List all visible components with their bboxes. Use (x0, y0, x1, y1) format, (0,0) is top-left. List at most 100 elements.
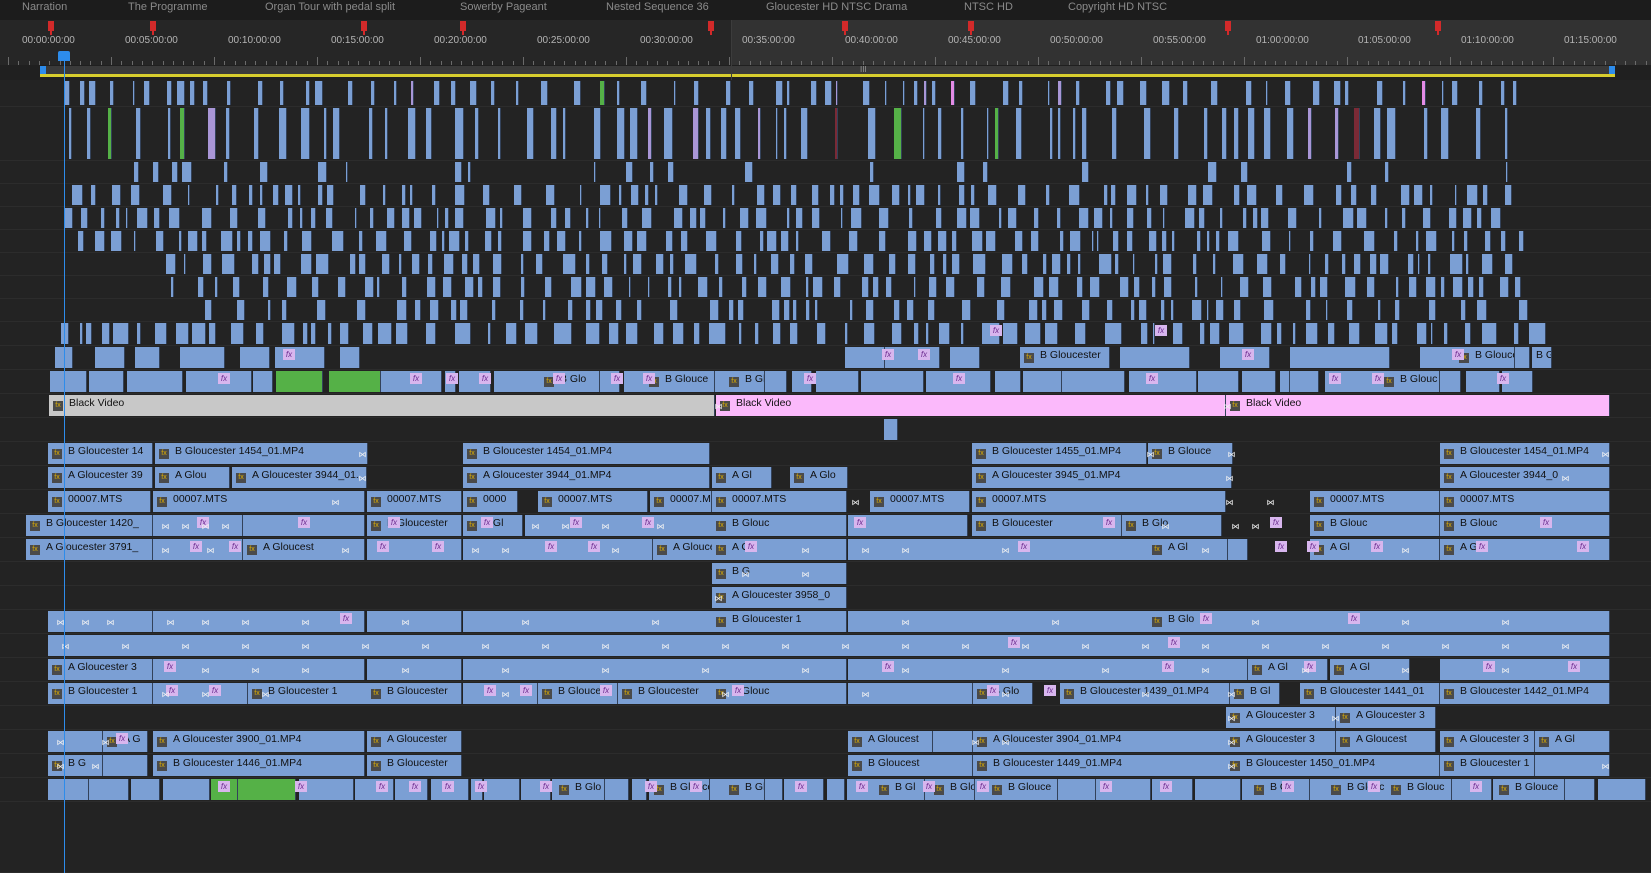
timeline-clip[interactable] (1247, 185, 1257, 205)
timeline-clip[interactable] (1082, 300, 1090, 320)
timeline-clip[interactable] (1514, 323, 1519, 344)
timeline-clip[interactable] (773, 185, 781, 205)
sequence-marker[interactable] (968, 21, 974, 35)
timeline-clip[interactable] (845, 347, 885, 368)
timeline-clip[interactable] (258, 208, 266, 228)
timeline-clip[interactable] (306, 81, 310, 105)
timeline-clip[interactable] (1200, 323, 1205, 344)
timeline-clip[interactable] (1210, 323, 1220, 344)
timeline-clip[interactable] (95, 231, 105, 251)
timeline-clip[interactable] (103, 755, 148, 776)
fx-badge-icon[interactable]: fx (745, 541, 757, 552)
timeline-clip[interactable] (995, 108, 999, 159)
timeline-clip[interactable] (1515, 277, 1521, 297)
timeline-clip[interactable] (498, 108, 501, 159)
timeline-clip[interactable] (387, 208, 395, 228)
timeline-clip[interactable] (1197, 231, 1201, 251)
timeline-clip[interactable] (166, 254, 176, 274)
video-track[interactable]: fx A Gloucester 39 fx A Glou fx A Gloucester … (0, 466, 1651, 490)
timeline-clip[interactable] (1347, 162, 1352, 182)
transition-icon[interactable]: ⋈ (610, 546, 621, 555)
timeline-clip[interactable] (198, 277, 204, 297)
timeline-clip[interactable] (367, 659, 462, 680)
timeline-clip[interactable]: fx A Gloucester 3 (1336, 707, 1436, 728)
timeline-clip[interactable] (868, 108, 876, 159)
timeline-clip[interactable] (1513, 81, 1517, 105)
timeline-clip[interactable] (282, 323, 295, 344)
timeline-clip[interactable] (163, 779, 210, 800)
timeline-clip[interactable] (811, 81, 817, 105)
timeline-clip[interactable] (586, 208, 589, 228)
fx-badge-icon[interactable]: fx (1146, 373, 1158, 384)
timeline-clip[interactable] (231, 323, 244, 344)
timeline-clip[interactable] (579, 231, 582, 251)
transition-icon[interactable]: ⋈ (900, 666, 911, 675)
timeline-clip[interactable] (1152, 779, 1193, 800)
timeline-clip[interactable] (1476, 108, 1481, 159)
transition-icon[interactable]: ⋈ (300, 666, 311, 675)
video-track[interactable]: fx A Gloucester 3958_0 ⋈ (0, 586, 1651, 610)
timeline-clip[interactable] (233, 277, 240, 297)
transition-icon[interactable]: ⋈ (200, 690, 211, 699)
fx-badge-icon[interactable]: fx (804, 373, 816, 384)
timeline-clip[interactable] (710, 300, 719, 320)
time-ruler[interactable]: 00:00:00:00 00:05:00:00 00:10:00:00 00:1… (0, 20, 1651, 65)
timeline-clip[interactable] (1330, 611, 1610, 632)
timeline-clip[interactable] (1057, 779, 1096, 800)
timeline-clip[interactable] (1430, 185, 1433, 205)
timeline-clip[interactable] (1468, 277, 1474, 297)
timeline-clip[interactable]: fx A Gloucester 3900_01.MP4 (153, 731, 365, 752)
timeline-clip[interactable] (426, 108, 432, 159)
transition-icon[interactable]: ⋈ (1140, 642, 1151, 651)
timeline-clip[interactable] (938, 231, 947, 251)
transition-icon[interactable]: ⋈ (420, 642, 431, 651)
timeline-clip[interactable] (1155, 254, 1158, 274)
fx-badge-icon[interactable]: fx (643, 373, 655, 384)
transition-icon[interactable]: ⋈ (1230, 522, 1241, 531)
timeline-clip[interactable] (679, 277, 682, 297)
timeline-clip[interactable] (485, 231, 492, 251)
timeline-clip[interactable] (609, 323, 619, 344)
timeline-clip[interactable] (1506, 162, 1508, 182)
timeline-clip[interactable] (397, 300, 407, 320)
timeline-clip[interactable] (1069, 185, 1080, 205)
timeline-clip[interactable] (706, 108, 711, 159)
timeline-clip[interactable] (806, 277, 809, 297)
timeline-clip[interactable] (172, 162, 178, 182)
timeline-clip[interactable] (574, 81, 581, 105)
timeline-clip[interactable] (812, 185, 819, 205)
timeline-clip[interactable] (1374, 108, 1381, 159)
timeline-clip[interactable] (455, 208, 464, 228)
transition-icon[interactable]: ⋈ (60, 642, 71, 651)
timeline-clip[interactable] (69, 108, 72, 159)
timeline-clip[interactable] (1453, 277, 1463, 297)
timeline-clip[interactable] (318, 162, 327, 182)
timeline-clip[interactable] (1465, 323, 1471, 344)
timeline-clip[interactable] (1113, 231, 1119, 251)
transition-icon[interactable]: ⋈ (1500, 618, 1511, 627)
transition-icon[interactable]: ⋈ (1250, 618, 1261, 627)
timeline-clip[interactable] (1163, 254, 1172, 274)
timeline-clip[interactable] (866, 300, 874, 320)
timeline-clip[interactable] (1325, 254, 1329, 274)
timeline-clip[interactable] (300, 208, 303, 228)
timeline-clip[interactable] (1319, 208, 1322, 228)
timeline-clip[interactable] (1349, 323, 1360, 344)
timeline-clip[interactable] (1147, 208, 1152, 228)
transition-icon[interactable]: ⋈ (720, 642, 731, 651)
timeline-clip[interactable] (252, 254, 259, 274)
timeline-clip[interactable] (525, 323, 538, 344)
timeline-clip[interactable] (1171, 300, 1174, 320)
timeline-clip[interactable] (1450, 254, 1463, 274)
video-track[interactable]: fx B Gloucester 1 fx B Glo fx fx fx ⋈ ⋈ ⋈ ⋈ ⋈ ⋈ ⋈ ⋈ ⋈ ⋈ ⋈… (0, 610, 1651, 634)
transition-icon[interactable]: ⋈ (1200, 666, 1211, 675)
timeline-clip[interactable] (706, 231, 717, 251)
timeline-clip[interactable] (772, 300, 780, 320)
timeline-clip[interactable] (135, 347, 160, 368)
transition-icon[interactable]: ⋈ (1600, 762, 1611, 771)
timeline-clip[interactable] (468, 162, 471, 182)
timeline-clip[interactable] (1491, 208, 1501, 228)
timeline-clip[interactable] (1333, 231, 1342, 251)
timeline-clip[interactable] (709, 323, 726, 344)
timeline-clip[interactable] (1276, 185, 1283, 205)
